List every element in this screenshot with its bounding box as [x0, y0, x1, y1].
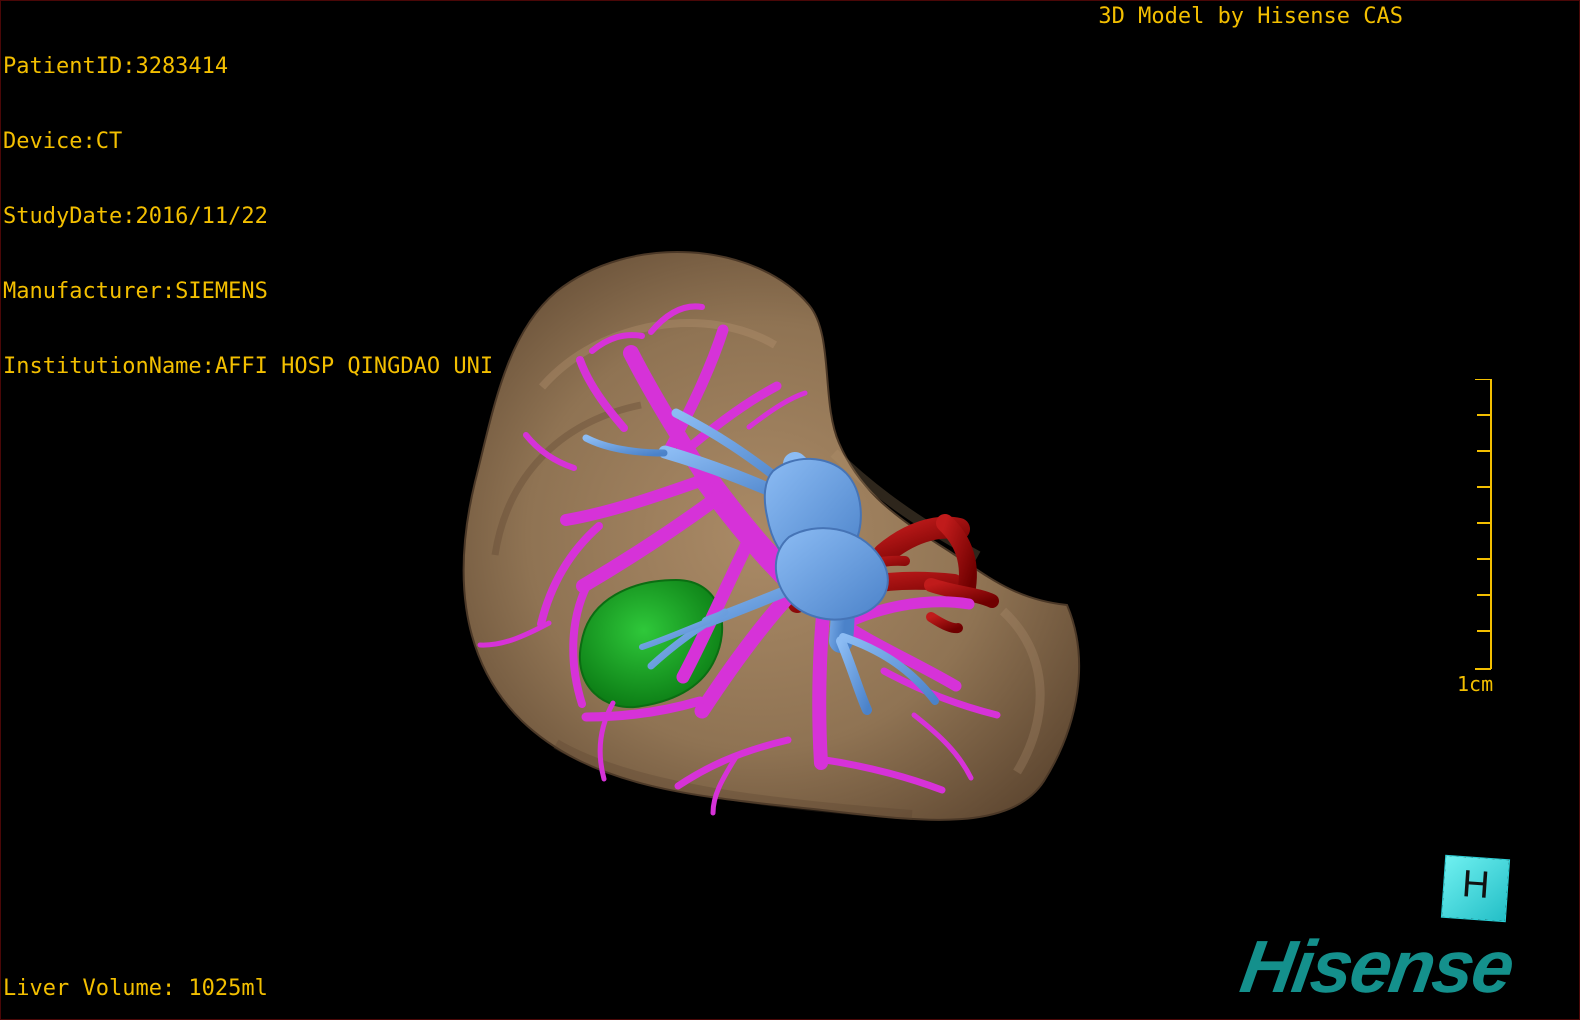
institution-name-text: InstitutionName:AFFI HOSP QINGDAO UNI	[3, 354, 494, 379]
study-date-text: StudyDate:2016/11/22	[3, 204, 268, 229]
device-text: Device:CT	[3, 129, 123, 154]
patient-id-text: PatientID:3283414	[3, 54, 229, 79]
brand-logo-text: Hisense	[1235, 925, 1519, 1008]
manufacturer-text: Manufacturer:SIEMENS	[3, 279, 268, 304]
study-metadata: PatientID:3283414 Device:CT StudyDate:20…	[3, 4, 493, 429]
scale-bar-label: 1cm	[1457, 672, 1494, 696]
orientation-marker[interactable]: H	[1441, 855, 1510, 922]
model-credit-text: 3D Model by Hisense CAS	[1098, 4, 1403, 29]
medical-3d-viewer: PatientID:3283414 Device:CT StudyDate:20…	[0, 0, 1580, 1020]
liver-surface	[462, 250, 1081, 821]
scale-bar	[1475, 379, 1492, 670]
liver-volume-text: Liver Volume: 1025ml	[3, 976, 268, 1001]
orientation-marker-label: H	[1460, 863, 1491, 907]
